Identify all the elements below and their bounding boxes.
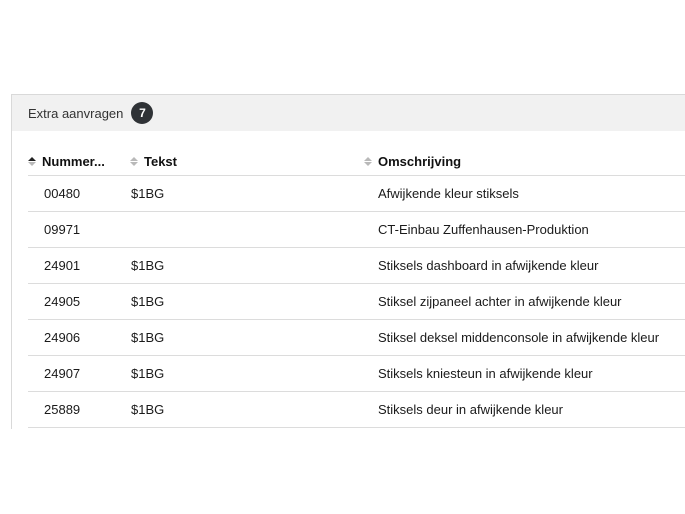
table-row[interactable]: 24905 $1BG Stiksel zijpaneel achter in a…	[28, 284, 685, 320]
panel-header: Extra aanvragen 7	[12, 95, 685, 131]
table-header: Nummer... Tekst Omschrijving	[28, 148, 685, 176]
table-row[interactable]: 24906 $1BG Stiksel deksel middenconsole …	[28, 320, 685, 356]
table-row[interactable]: 00480 $1BG Afwijkende kleur stiksels	[28, 176, 685, 212]
panel-title: Extra aanvragen	[28, 105, 124, 121]
cell-omschrijving: Stiksels dashboard in afwijkende kleur	[378, 258, 599, 273]
cell-tekst: $1BG	[131, 402, 165, 417]
cell-tekst: $1BG	[131, 366, 165, 381]
cell-tekst: $1BG	[131, 186, 165, 201]
table-row[interactable]: 25889 $1BG Stiksels deur in afwijkende k…	[28, 392, 685, 428]
column-header-label: Tekst	[144, 154, 177, 169]
sort-icon	[364, 157, 374, 166]
cell-omschrijving: Stiksels deur in afwijkende kleur	[378, 402, 563, 417]
cell-nummer: 25889	[44, 402, 81, 417]
cell-nummer: 24906	[44, 330, 81, 345]
cell-nummer: 24905	[44, 294, 81, 309]
sort-ascending-icon	[28, 157, 38, 166]
column-header-omschrijving[interactable]: Omschrijving	[364, 154, 685, 169]
cell-omschrijving: Stiksel zijpaneel achter in afwijkende k…	[378, 294, 622, 309]
table-row[interactable]: 09971 CT-Einbau Zuffenhausen-Produktion	[28, 212, 685, 248]
column-header-label: Omschrijving	[378, 154, 462, 169]
cell-tekst: $1BG	[131, 294, 165, 309]
cell-omschrijving: Stiksels kniesteun in afwijkende kleur	[378, 366, 593, 381]
cell-omschrijving: Afwijkende kleur stiksels	[378, 186, 519, 201]
sort-icon	[130, 157, 140, 166]
extra-aanvragen-panel: Extra aanvragen 7 Nummer... Tekst Omschr…	[11, 94, 685, 429]
cell-nummer: 00480	[44, 186, 81, 201]
cell-tekst: $1BG	[131, 330, 165, 345]
column-header-label: Nummer...	[42, 154, 105, 169]
table-row[interactable]: 24901 $1BG Stiksels dashboard in afwijke…	[28, 248, 685, 284]
column-header-nummer[interactable]: Nummer...	[28, 154, 130, 169]
table-row[interactable]: 24907 $1BG Stiksels kniesteun in afwijke…	[28, 356, 685, 392]
requests-table: Nummer... Tekst Omschrijving 00480 $1BG …	[12, 148, 685, 428]
cell-nummer: 09971	[44, 222, 81, 237]
cell-nummer: 24901	[44, 258, 81, 273]
cell-nummer: 24907	[44, 366, 81, 381]
cell-tekst: $1BG	[131, 258, 165, 273]
column-header-tekst[interactable]: Tekst	[130, 154, 364, 169]
cell-omschrijving: Stiksel deksel middenconsole in afwijken…	[378, 330, 660, 345]
count-badge: 7	[131, 102, 154, 124]
cell-omschrijving: CT-Einbau Zuffenhausen-Produktion	[378, 222, 589, 237]
